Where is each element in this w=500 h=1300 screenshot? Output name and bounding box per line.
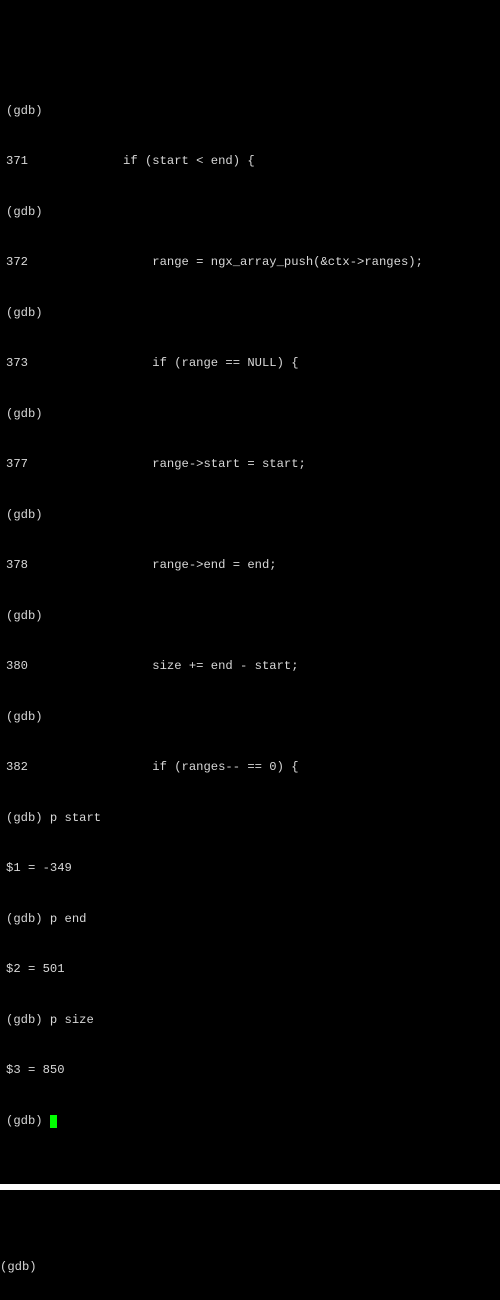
- gdb-prompt-text: (gdb): [6, 1114, 50, 1128]
- gdb-line: (gdb): [6, 608, 496, 625]
- gdb-line: $2 = 501: [6, 961, 496, 978]
- gdb-line: (gdb): [6, 406, 496, 423]
- gdb-line: 371 if (start < end) {: [6, 153, 496, 170]
- gdb-line: (gdb): [6, 103, 496, 120]
- gdb-line: (gdb): [6, 507, 496, 524]
- gdb-line: $3 = 850: [6, 1062, 496, 1079]
- gdb-prompt-line[interactable]: (gdb): [6, 1113, 496, 1130]
- cursor-icon: [50, 1115, 57, 1128]
- gdb-line: (gdb) p size: [6, 1012, 496, 1029]
- gdb-line: (gdb): [6, 709, 496, 726]
- gdb-line: 373 if (range == NULL) {: [6, 355, 496, 372]
- gdb-line: (gdb): [6, 305, 496, 322]
- gdb-terminal-panel-1[interactable]: (gdb) 371 if (start < end) { (gdb) 372 r…: [0, 67, 500, 1150]
- gdb-line: (gdb): [0, 1259, 496, 1276]
- gdb-line: 377 range->start = start;: [6, 456, 496, 473]
- panel-separator: [0, 1184, 500, 1190]
- gdb-line: $1 = -349: [6, 860, 496, 877]
- gdb-terminal-panel-2[interactable]: (gdb) 371 if (start < end) { (gdb) 372 r…: [0, 1224, 500, 1300]
- gdb-line: 380 size += end - start;: [6, 658, 496, 675]
- gdb-line: 372 range = ngx_array_push(&ctx->ranges)…: [6, 254, 496, 271]
- gdb-line: 382 if (ranges-- == 0) {: [6, 759, 496, 776]
- gdb-line: (gdb): [6, 204, 496, 221]
- gdb-line: 378 range->end = end;: [6, 557, 496, 574]
- gdb-line: (gdb) p end: [6, 911, 496, 928]
- gdb-line: (gdb) p start: [6, 810, 496, 827]
